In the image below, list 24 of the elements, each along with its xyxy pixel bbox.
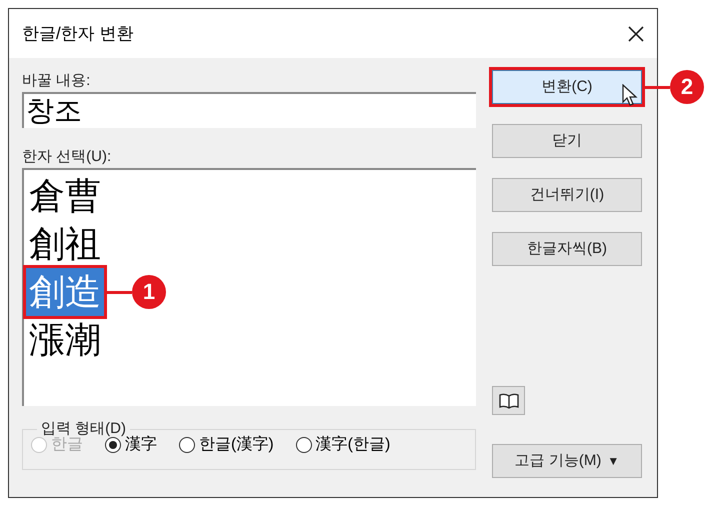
- hanja-item[interactable]: 創造: [26, 268, 104, 316]
- book-icon: [498, 392, 518, 408]
- cursor-icon: [622, 84, 638, 108]
- field-label: 바꿀 내용:: [22, 71, 92, 91]
- group-label: 입력 형태(D): [40, 419, 126, 437]
- hanja-item[interactable]: 漲潮: [26, 316, 104, 364]
- dictionary-button[interactable]: [492, 386, 525, 415]
- field-label: 한자 선택(U):: [22, 147, 112, 167]
- input-field[interactable]: 창조: [22, 92, 476, 128]
- dialog-button[interactable]: 한글자씩(B): [492, 232, 642, 266]
- dialog-button[interactable]: 닫기: [492, 124, 642, 158]
- leader-line: [104, 290, 132, 294]
- callout-badge: 1: [132, 275, 166, 309]
- radio-option[interactable]: 한글(漢字): [179, 432, 274, 456]
- callout-badge: 2: [670, 70, 704, 104]
- advanced-button[interactable]: 고급 기능(M) ▼: [492, 444, 642, 478]
- dialog-button[interactable]: 변환(C): [492, 70, 642, 104]
- radio-option[interactable]: 漢字(한글): [296, 432, 390, 456]
- dialog-button[interactable]: 건너뛰기(I): [492, 178, 642, 212]
- leader-line: [642, 86, 670, 88]
- hanja-item[interactable]: 創祖: [26, 220, 104, 268]
- window-title: 한글/한자 변환: [22, 22, 134, 45]
- close-icon[interactable]: [627, 24, 645, 42]
- hanja-item[interactable]: 倉曹: [26, 172, 104, 220]
